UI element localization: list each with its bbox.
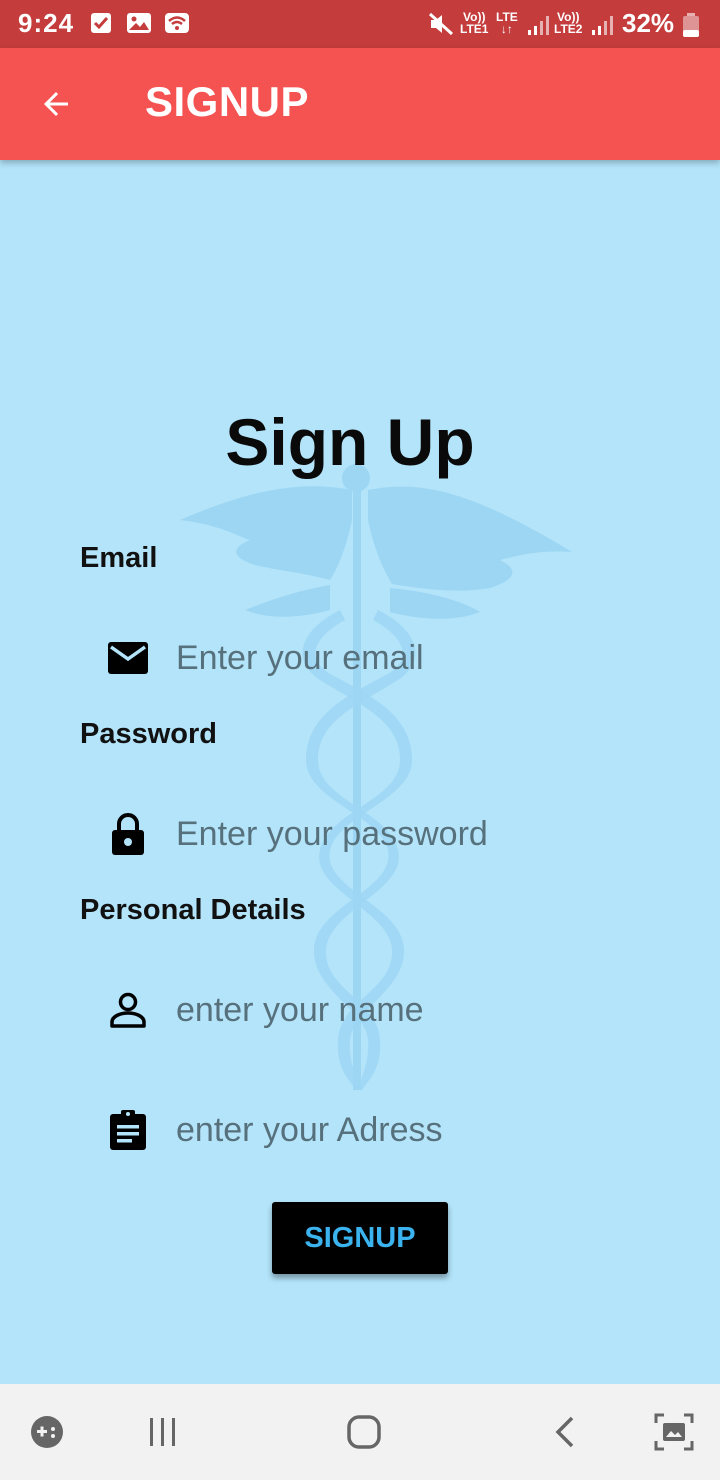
password-input[interactable] [176,814,616,854]
app-bar: SIGNUP [0,48,720,160]
back-nav-button[interactable] [542,1408,590,1456]
back-button[interactable] [30,78,82,130]
password-label: Password [80,718,217,750]
signal-icon [592,16,613,35]
screenshot-icon [654,1413,694,1451]
sim1-label-bottom: LTE1 [460,22,489,36]
back-icon [555,1416,574,1448]
name-field-row [100,978,640,1042]
email-label: Email [80,542,158,574]
email-field-row [100,626,640,690]
signup-form-area: Sign Up Email Password Personal Details [0,160,720,1384]
system-nav-bar [0,1384,720,1480]
lock-icon [100,810,156,858]
check-box-icon [91,13,111,33]
signup-button[interactable]: SIGNUP [272,1202,448,1274]
lte-label-bottom: ↓↑ [500,22,513,36]
status-bar: 9:24 Vo)) LTE1 LTE ↓↑ Vo)) LTE2 32% [0,0,720,48]
home-button[interactable] [340,1408,388,1456]
address-input[interactable] [176,1110,616,1150]
address-field-row [100,1098,640,1162]
person-icon [100,986,156,1034]
wifi-icon [165,13,189,33]
name-input[interactable] [176,990,616,1030]
mute-icon [428,12,454,36]
battery-percent: 32% [622,8,675,38]
email-input[interactable] [176,638,616,678]
page-title: Sign Up [225,405,475,479]
status-time: 9:24 [18,8,75,38]
arrow-back-icon [44,92,68,116]
app-bar-title: SIGNUP [145,78,310,125]
recent-apps-button[interactable] [138,1408,186,1456]
caduceus-logo [180,464,572,1090]
home-icon [347,1415,381,1449]
clipboard-icon [100,1106,156,1154]
game-launcher-icon [31,1416,63,1448]
email-icon [100,634,156,682]
signal-icon [528,16,549,35]
image-icon [127,13,151,33]
screenshot-button[interactable] [650,1408,698,1456]
personal-details-label: Personal Details [80,894,306,926]
recent-apps-icon [150,1418,175,1446]
game-launcher-button[interactable] [23,1408,71,1456]
password-field-row [100,802,640,866]
sim2-label-bottom: LTE2 [554,22,583,36]
battery-icon [683,13,699,37]
